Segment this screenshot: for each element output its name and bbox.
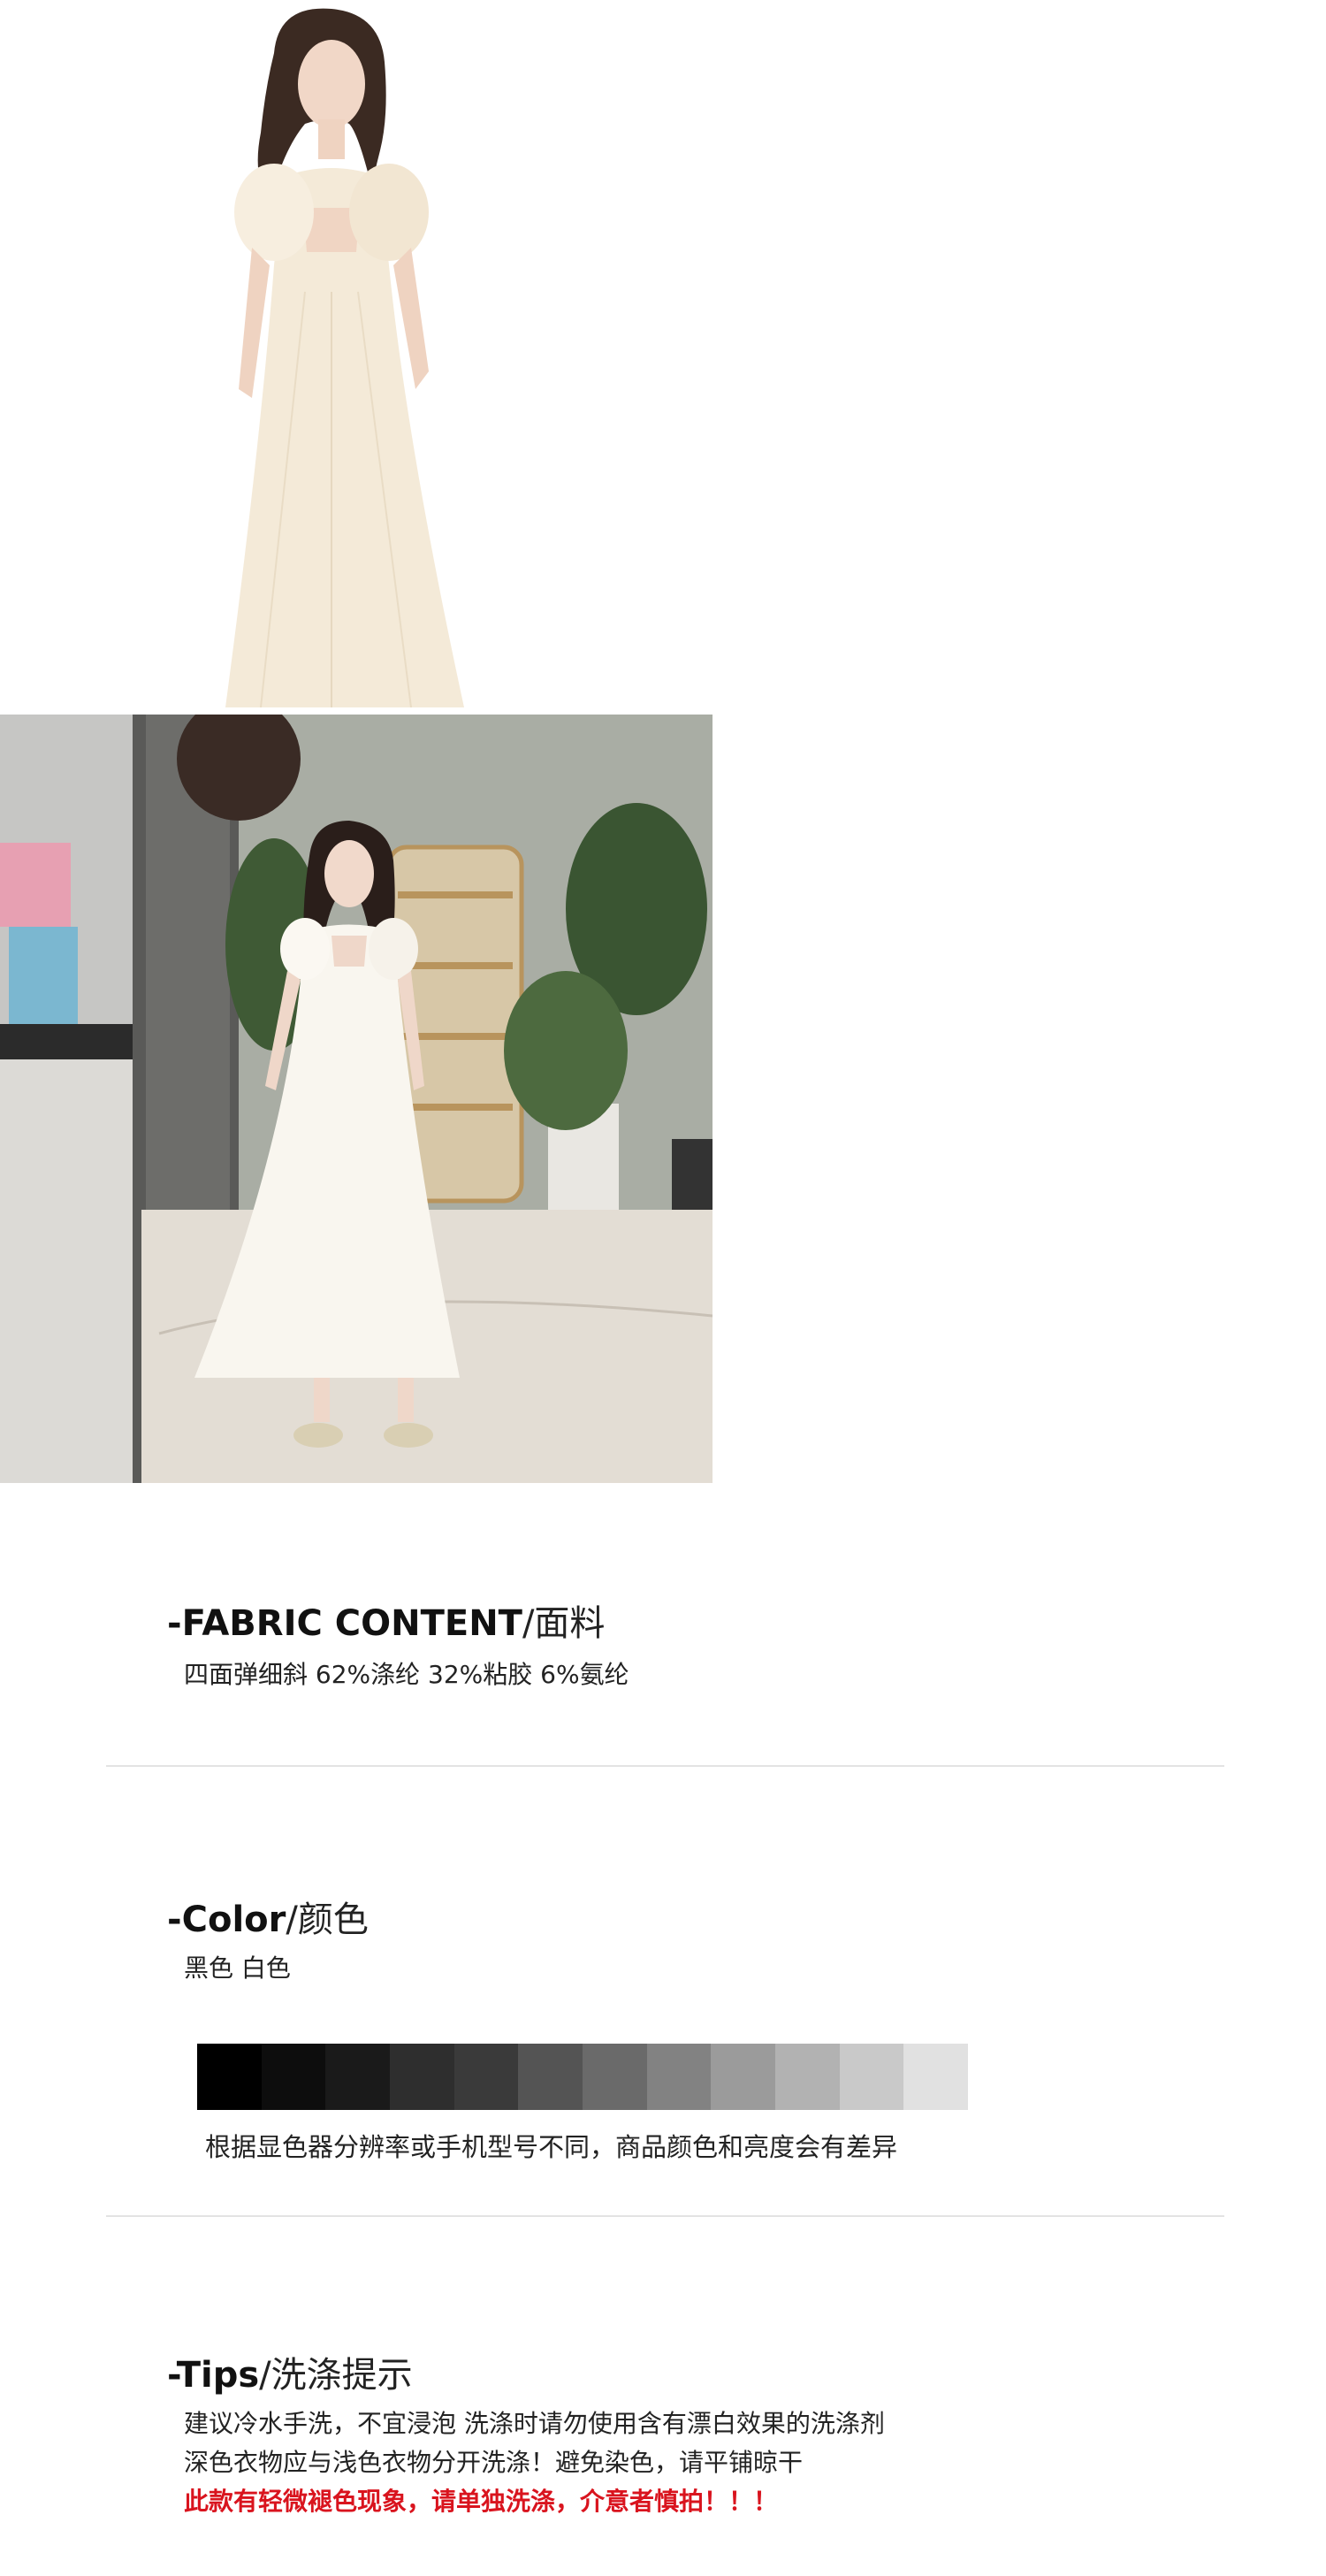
fabric-composition-text: 四面弹细斜 62%涤纶 32%粘胶 6%氨纶 (184, 1660, 629, 1689)
swatch-4 (390, 2044, 454, 2110)
color-options-text: 黑色 白色 (184, 1953, 291, 1983)
section-divider (106, 1765, 1224, 1767)
color-title-en: -Color (167, 1900, 286, 1940)
section-divider (106, 2215, 1224, 2217)
fabric-content-title: -FABRIC CONTENT/面料 (167, 1594, 605, 1646)
tips-title-en: -Tips (167, 2355, 260, 2396)
tips-title: -Tips/洗涤提示 (167, 2346, 413, 2397)
swatch-6 (518, 2044, 583, 2110)
swatch-3 (325, 2044, 391, 2110)
product-photo-1 (199, 0, 499, 707)
fabric-title-en: -FABRIC CONTENT (167, 1603, 522, 1644)
grayscale-swatch-strip (197, 2044, 969, 2110)
swatch-2 (261, 2044, 326, 2110)
tips-title-zh: /洗涤提示 (259, 2355, 413, 2396)
swatch-8 (646, 2044, 712, 2110)
swatch-5 (453, 2044, 519, 2110)
washing-tip-line-2: 深色衣物应与浅色衣物分开洗涤！避免染色，请平铺晾干 (184, 2448, 804, 2477)
swatch-9 (711, 2044, 776, 2110)
color-title-zh: /颜色 (286, 1900, 369, 1940)
swatch-7 (583, 2044, 647, 2110)
washing-tip-line-1: 建议冷水手洗，不宜浸泡 洗涤时请勿使用含有漂白效果的洗涤剂 (184, 2409, 885, 2438)
color-title: -Color/颜色 (167, 1891, 369, 1942)
product-photo-2 (0, 715, 713, 1483)
fading-warning-text: 此款有轻微褪色现象，请单独洗涤，介意者慎拍！！！ (184, 2487, 779, 2516)
color-difference-note: 根据显色器分辨率或手机型号不同，商品颜色和亮度会有差异 (205, 2132, 898, 2162)
swatch-10 (775, 2044, 840, 2110)
swatch-1 (197, 2044, 262, 2110)
swatch-12 (903, 2044, 969, 2110)
swatch-11 (839, 2044, 904, 2110)
fabric-title-zh: /面料 (522, 1603, 606, 1644)
